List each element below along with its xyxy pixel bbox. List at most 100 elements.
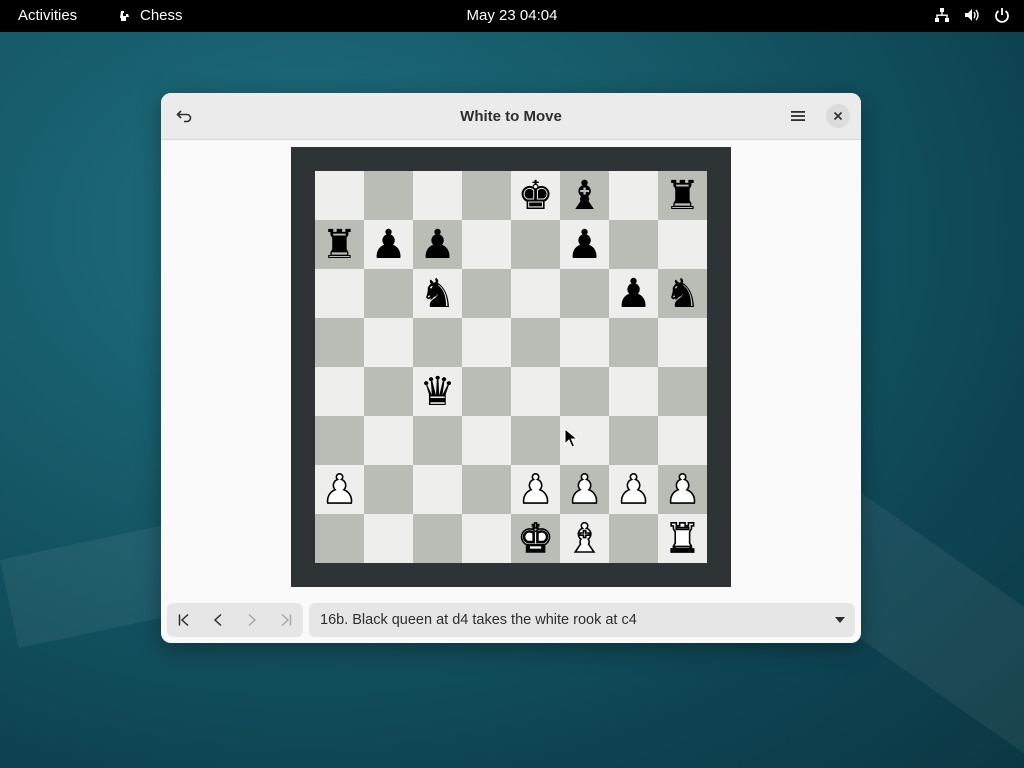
square-a2[interactable]: ♟ (315, 465, 364, 514)
black-pawn-icon[interactable]: ♟ (420, 225, 456, 265)
square-d5[interactable] (462, 318, 511, 367)
square-a4[interactable] (315, 367, 364, 416)
square-h3[interactable] (658, 416, 707, 465)
history-buttons (167, 603, 303, 637)
square-f6[interactable] (560, 269, 609, 318)
square-c4[interactable]: ♛ (413, 367, 462, 416)
square-d2[interactable] (462, 465, 511, 514)
square-b6[interactable] (364, 269, 413, 318)
square-b4[interactable] (364, 367, 413, 416)
square-b1[interactable] (364, 514, 413, 563)
square-f4[interactable] (560, 367, 609, 416)
black-knight-icon[interactable]: ♞ (420, 274, 456, 314)
square-d1[interactable] (462, 514, 511, 563)
square-a5[interactable] (315, 318, 364, 367)
square-e2[interactable]: ♟ (511, 465, 560, 514)
square-e3[interactable] (511, 416, 560, 465)
move-history-dropdown[interactable]: 16b. Black queen at d4 takes the white r… (309, 603, 855, 637)
square-h7[interactable] (658, 220, 707, 269)
square-d7[interactable] (462, 220, 511, 269)
white-pawn-icon[interactable]: ♟ (321, 469, 358, 511)
black-queen-icon[interactable]: ♛ (420, 372, 456, 412)
square-c3[interactable] (413, 416, 462, 465)
main-menu-button[interactable] (783, 101, 813, 131)
square-g2[interactable]: ♟ (609, 465, 658, 514)
black-pawn-icon[interactable]: ♟ (567, 225, 603, 265)
square-e1[interactable]: ♚ (511, 514, 560, 563)
next-move-button[interactable] (235, 603, 269, 637)
square-g1[interactable] (609, 514, 658, 563)
square-a1[interactable] (315, 514, 364, 563)
chevron-down-icon (825, 616, 855, 624)
square-f1[interactable]: ♝ (560, 514, 609, 563)
square-a6[interactable] (315, 269, 364, 318)
square-e4[interactable] (511, 367, 560, 416)
square-h1[interactable]: ♜ (658, 514, 707, 563)
white-pawn-icon[interactable]: ♟ (615, 469, 652, 511)
black-knight-icon[interactable]: ♞ (665, 274, 701, 314)
network-icon[interactable] (934, 7, 950, 23)
square-e8[interactable]: ♚ (511, 171, 560, 220)
square-h2[interactable]: ♟ (658, 465, 707, 514)
square-g5[interactable] (609, 318, 658, 367)
square-g7[interactable] (609, 220, 658, 269)
square-a7[interactable]: ♜ (315, 220, 364, 269)
square-c7[interactable]: ♟ (413, 220, 462, 269)
square-e5[interactable] (511, 318, 560, 367)
square-d6[interactable] (462, 269, 511, 318)
power-icon[interactable] (994, 7, 1010, 23)
first-move-button[interactable] (167, 603, 201, 637)
white-rook-icon[interactable]: ♜ (664, 518, 701, 560)
square-g6[interactable]: ♟ (609, 269, 658, 318)
white-pawn-icon[interactable]: ♟ (664, 469, 701, 511)
square-b8[interactable] (364, 171, 413, 220)
square-f7[interactable]: ♟ (560, 220, 609, 269)
square-e7[interactable] (511, 220, 560, 269)
skip-to-start-icon (178, 613, 189, 627)
last-move-button[interactable] (269, 603, 303, 637)
previous-move-button[interactable] (201, 603, 235, 637)
black-rook-icon[interactable]: ♜ (322, 225, 358, 265)
black-pawn-icon[interactable]: ♟ (616, 274, 652, 314)
square-b3[interactable] (364, 416, 413, 465)
square-b7[interactable]: ♟ (364, 220, 413, 269)
system-tray[interactable] (934, 7, 1010, 23)
square-c8[interactable] (413, 171, 462, 220)
volume-icon[interactable] (964, 7, 980, 23)
white-king-icon[interactable]: ♚ (517, 518, 554, 560)
square-c1[interactable] (413, 514, 462, 563)
square-f8[interactable]: ♝ (560, 171, 609, 220)
square-c5[interactable] (413, 318, 462, 367)
white-bishop-icon[interactable]: ♝ (566, 518, 603, 560)
black-rook-icon[interactable]: ♜ (665, 176, 701, 216)
square-d3[interactable] (462, 416, 511, 465)
square-b2[interactable] (364, 465, 413, 514)
square-h4[interactable] (658, 367, 707, 416)
square-g3[interactable] (609, 416, 658, 465)
square-d8[interactable] (462, 171, 511, 220)
square-c2[interactable] (413, 465, 462, 514)
square-d4[interactable] (462, 367, 511, 416)
close-button[interactable] (826, 104, 850, 128)
black-king-icon[interactable]: ♚ (518, 176, 554, 216)
white-pawn-icon[interactable]: ♟ (566, 469, 603, 511)
square-h6[interactable]: ♞ (658, 269, 707, 318)
square-b5[interactable] (364, 318, 413, 367)
square-h5[interactable] (658, 318, 707, 367)
chess-board[interactable]: ♚ ♝ ♜ ♜ ♟ ♟ ♟ ♞ ♟ ♞ ♛ ♟ ♟ ♟ ♟ ♟ ♚ ♝ ♜ (315, 171, 707, 563)
square-h8[interactable]: ♜ (658, 171, 707, 220)
square-f2[interactable]: ♟ (560, 465, 609, 514)
square-g8[interactable] (609, 171, 658, 220)
square-c6[interactable]: ♞ (413, 269, 462, 318)
square-a3[interactable] (315, 416, 364, 465)
white-pawn-icon[interactable]: ♟ (517, 469, 554, 511)
black-pawn-icon[interactable]: ♟ (371, 225, 407, 265)
square-f5[interactable] (560, 318, 609, 367)
hamburger-menu-icon (791, 111, 805, 121)
square-e6[interactable] (511, 269, 560, 318)
chevron-right-icon (248, 613, 257, 627)
square-g4[interactable] (609, 367, 658, 416)
black-bishop-icon[interactable]: ♝ (567, 176, 603, 216)
square-a8[interactable] (315, 171, 364, 220)
clock[interactable]: May 23 04:04 (0, 7, 1024, 24)
